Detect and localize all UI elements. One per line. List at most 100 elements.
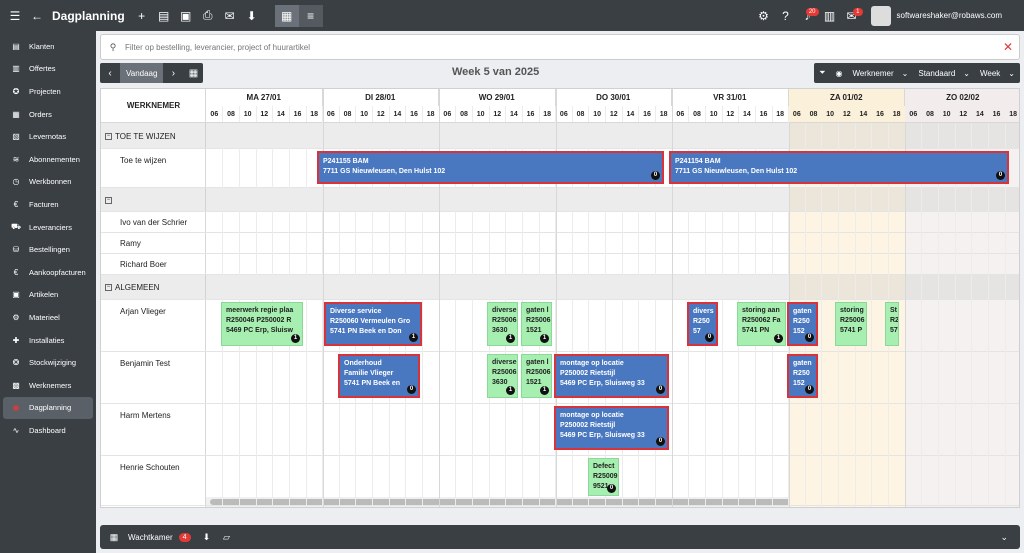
collapse-icon[interactable]: − <box>105 132 112 140</box>
event-line: R25009 <box>593 473 618 480</box>
planning-event[interactable]: gaten l R25006 1521 1 <box>521 302 552 346</box>
employee-name: Toe te wijzen <box>120 155 167 165</box>
download-icon[interactable]: ⬇ <box>241 5 263 27</box>
planning-event[interactable]: divers R250 57 0 <box>687 302 718 346</box>
chevron-down-icon[interactable]: ⌄ <box>1000 532 1008 543</box>
sidebar-item-levernotas[interactable]: ▧ Levernotas <box>0 125 96 148</box>
add-icon[interactable]: + <box>131 5 153 27</box>
search-input[interactable] <box>125 42 997 52</box>
group-by-select[interactable]: Werknemer ⌄ <box>847 63 913 83</box>
employee-name: Ramy <box>120 239 141 248</box>
day-header: DO 30/01 <box>556 89 672 106</box>
list-view-icon[interactable]: ≡ <box>298 4 323 27</box>
sidebar-item-klanten[interactable]: ▤ Klanten <box>0 35 96 58</box>
hour-label: 12 <box>255 106 273 123</box>
back-arrow-icon[interactable]: ← <box>26 5 48 27</box>
view-toggle: ▦ ≡ <box>274 4 323 27</box>
notification-bell-icon[interactable]: ♪ 20 <box>797 5 819 27</box>
event-line: R25006 <box>526 369 551 376</box>
help-icon[interactable]: ? <box>775 5 797 27</box>
planning-event[interactable]: gaten R250 152 0 <box>787 354 818 398</box>
sidebar-item-werkbonnen[interactable]: ◷ Werkbonnen <box>0 171 96 194</box>
view-filters: ⏷ ◉ Werknemer ⌄ Standaard ⌄ Week ⌄ <box>814 63 1020 83</box>
calendar-picker-icon[interactable]: ▦ <box>183 63 203 83</box>
planning-event[interactable]: montage op locatie P250002 Rietstijl 5469 … <box>554 406 669 450</box>
planning-event[interactable]: gaten R250 152 0 <box>787 302 818 346</box>
print-icon[interactable]: ⎙ <box>197 5 219 27</box>
today-button[interactable]: Vandaag <box>120 63 164 83</box>
download-icon[interactable]: ⬇ <box>197 532 217 543</box>
next-week-icon[interactable]: › <box>163 63 183 83</box>
sidebar-item-dashboard[interactable]: ∿ Dashboard <box>0 419 96 442</box>
event-count-badge: 0 <box>996 171 1005 180</box>
filter-icon[interactable]: ⏷ <box>814 63 830 83</box>
calendar-view-icon[interactable]: ▦ <box>274 4 299 27</box>
employee-name: Henrie Schouten <box>120 462 180 472</box>
sidebar-item-installaties[interactable]: ✚ Installaties <box>0 329 96 352</box>
planning-event[interactable]: P241154 BAM 7711 GS Nieuwleusen, Den Huls… <box>669 151 1009 184</box>
range-select[interactable]: Week ⌄ <box>975 63 1020 83</box>
sidebar: ▤ Klanten ▥ Offertes ✪ Projecten ▦ Orders ▧ Lever… <box>0 31 96 553</box>
planning-event[interactable]: diverse R25006 3630 1 <box>487 354 518 398</box>
event-count-badge: 1 <box>506 386 515 395</box>
messages-icon[interactable]: ✉ 1 <box>841 5 863 27</box>
equipment-icon: ⚙ <box>12 312 20 322</box>
sidebar-item-dagplanning[interactable]: ◉ Dagplanning <box>3 396 93 420</box>
event-line: 5741 PN Beek en Don <box>330 328 402 335</box>
users-icon: ▤ <box>12 41 20 51</box>
sidebar-item-bestellingen[interactable]: ⛁ Bestellingen <box>0 238 96 261</box>
sidebar-item-facturen[interactable]: € Facturen <box>0 193 96 216</box>
sidebar-item-stockwijziging[interactable]: ❂ Stockwijziging <box>0 351 96 374</box>
planning-event[interactable]: montage op locatie P250002 Rietstijl 5469 … <box>554 354 669 398</box>
waiting-room-bar[interactable]: ▦ Wachtkamer 4 ⬇ ▱ ⌄ <box>100 525 1020 549</box>
planning-event[interactable]: Diverse service R250060 Vermeulen Gro 5741… <box>324 302 422 346</box>
hour-label: 16 <box>871 106 889 123</box>
planning-event[interactable]: Defect R25009 9521 0 <box>588 458 619 496</box>
sidebar-item-materieel[interactable]: ⚙ Materieel <box>0 306 96 329</box>
document-icon[interactable]: ▤ <box>153 5 175 27</box>
employee-name: Arjan Vlieger <box>120 306 166 316</box>
clear-search-icon[interactable]: ✕ <box>997 40 1019 54</box>
group-toggle[interactable]: − TOE TE WIJZEN <box>105 123 176 149</box>
collapse-icon[interactable]: − <box>105 284 112 291</box>
sidebar-item-werknemers[interactable]: ▩ Werknemers <box>0 374 96 397</box>
event-line: R250046 P250002 R <box>226 317 292 324</box>
sidebar-item-abonnementen[interactable]: ≋ Abonnementen <box>0 148 96 171</box>
hamburger-menu-icon[interactable]: ☰ <box>4 5 26 27</box>
sidebar-item-artikelen[interactable]: ▣ Artikelen <box>0 284 96 307</box>
map-icon[interactable]: ▱ <box>217 532 237 543</box>
sidebar-item-aankoopfacturen[interactable]: € Aankoopfacturen <box>0 261 96 284</box>
hour-label: 16 <box>405 106 423 123</box>
sidebar-item-label: Artikelen <box>29 290 59 300</box>
sidebar-item-orders[interactable]: ▦ Orders <box>0 103 96 126</box>
hour-label: 18 <box>305 106 323 123</box>
eye-icon[interactable]: ◉ <box>830 63 847 83</box>
planning-event[interactable]: storing R25006 5741 P <box>835 302 867 346</box>
planning-event[interactable]: P241155 BAM 7711 GS Nieuwleusen, Den Huls… <box>317 151 664 184</box>
gallery-icon[interactable]: ▣ <box>175 5 197 27</box>
sidebar-item-leveranciers[interactable]: ⛟ Leveranciers <box>0 216 96 239</box>
group-toggle[interactable]: − <box>105 188 115 212</box>
sidebar-item-projecten[interactable]: ✪ Projecten <box>0 80 96 103</box>
planning-event[interactable]: storing aan R250062 Fa 5741 PN 1 <box>737 302 786 346</box>
day-header: MA 27/01 <box>206 89 323 106</box>
day-header: VR 31/01 <box>672 89 789 106</box>
planning-event[interactable]: Onderhoud Familie Vlieger 5741 PN Beek en 0 <box>338 354 420 398</box>
planning-event[interactable]: meerwerk regie plaa R250046 P250002 R 5469… <box>221 302 303 346</box>
cart-icon: ⛁ <box>12 245 20 255</box>
event-line: montage op locatie <box>560 412 624 419</box>
planning-event[interactable]: St R2 57 <box>885 302 899 346</box>
planning-event[interactable]: gaten l R25006 1521 1 <box>521 354 552 398</box>
previous-week-icon[interactable]: ‹ <box>100 63 120 83</box>
mode-select[interactable]: Standaard ⌄ <box>913 63 975 83</box>
clipboard-icon[interactable]: ▥ <box>819 5 841 27</box>
sidebar-item-label: Projecten <box>29 86 61 96</box>
mail-icon[interactable]: ✉ <box>219 5 241 27</box>
user-menu[interactable]: softwareshaker@robaws.com <box>870 5 1002 26</box>
settings-gear-icon[interactable]: ⚙ <box>753 5 775 27</box>
planning-event[interactable]: diverse R25006 3630 1 <box>487 302 518 346</box>
group-toggle[interactable]: − ALGEMEEN <box>105 275 159 300</box>
employee-name: Harm Mertens <box>120 410 171 420</box>
collapse-icon[interactable]: − <box>105 196 112 204</box>
sidebar-item-offertes[interactable]: ▥ Offertes <box>0 58 96 81</box>
